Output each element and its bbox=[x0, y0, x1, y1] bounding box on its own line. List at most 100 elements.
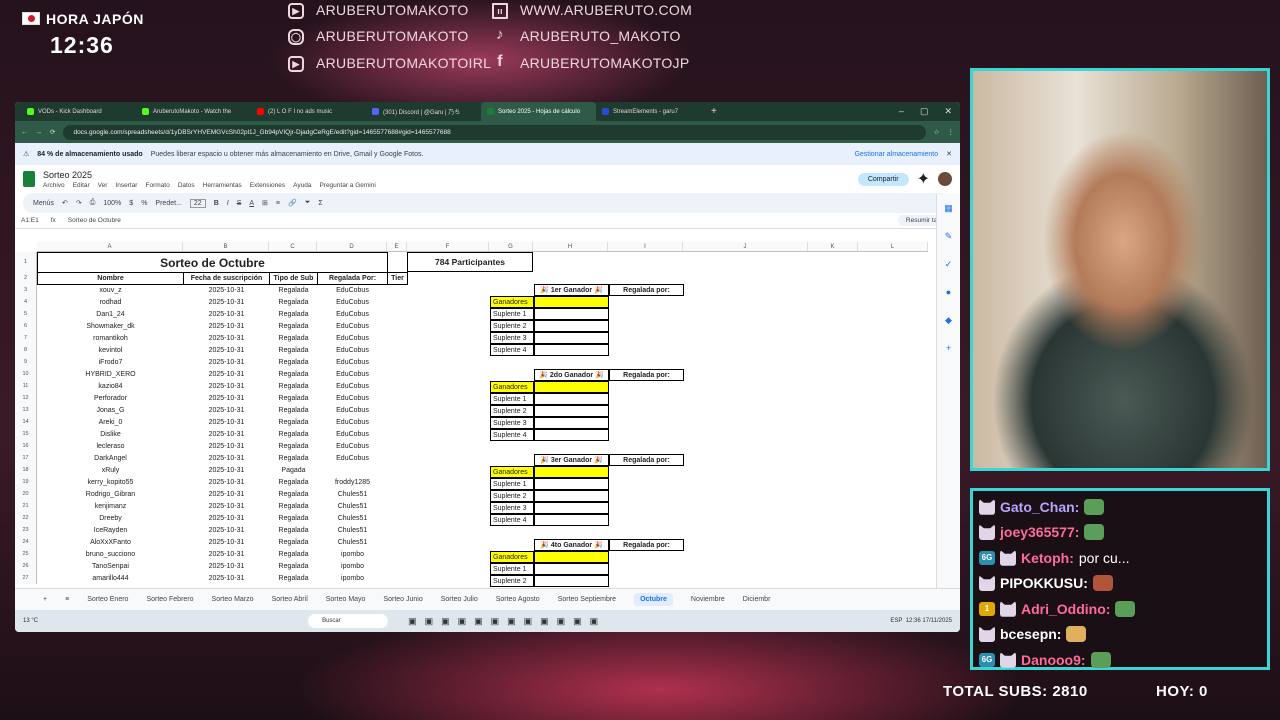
menu-extensiones[interactable]: Extensiones bbox=[250, 182, 285, 189]
table-cell[interactable]: ipombo bbox=[318, 573, 388, 585]
extensions-icon[interactable]: ⋮ bbox=[948, 128, 955, 136]
bold-icon[interactable]: B bbox=[214, 200, 219, 207]
winner-value[interactable] bbox=[534, 344, 609, 356]
winner-value[interactable] bbox=[534, 490, 609, 502]
winner-value[interactable] bbox=[534, 296, 609, 308]
table-cell[interactable] bbox=[388, 333, 408, 345]
row-number[interactable]: 8 bbox=[15, 344, 36, 356]
tab-kick-dashboard[interactable]: VODs - Kick Dashboard bbox=[21, 108, 136, 115]
chat-username[interactable]: Ketoph: bbox=[1021, 550, 1074, 566]
table-cell[interactable]: Regalada bbox=[270, 561, 318, 573]
table-cell[interactable]: 2025-10-31 bbox=[184, 297, 270, 309]
table-cell[interactable]: 2025-10-31 bbox=[184, 429, 270, 441]
percent-icon[interactable]: % bbox=[141, 200, 147, 207]
sheet-tab[interactable]: Sorteo Julio bbox=[441, 596, 478, 603]
gifted-by-header[interactable]: Regalada por: bbox=[609, 284, 684, 296]
sheet-tab[interactable]: Sorteo Agosto bbox=[496, 596, 540, 603]
table-cell[interactable]: Regalada bbox=[270, 525, 318, 537]
winner-value[interactable] bbox=[534, 502, 609, 514]
gifted-by-header[interactable]: Regalada por: bbox=[609, 369, 684, 381]
chat-username[interactable]: PIPOKKUSU: bbox=[1000, 575, 1088, 591]
table-cell[interactable]: EduCobus bbox=[318, 453, 388, 465]
maximize-icon[interactable]: ▢ bbox=[920, 106, 929, 117]
table-cell[interactable]: EduCobus bbox=[318, 285, 388, 297]
winner-label[interactable]: Suplente 4 bbox=[490, 429, 534, 441]
table-cell[interactable]: Regalada bbox=[270, 381, 318, 393]
table-cell[interactable] bbox=[388, 297, 408, 309]
row-number[interactable]: 19 bbox=[15, 476, 36, 488]
manage-storage-link[interactable]: Gestionar almacenamiento bbox=[854, 151, 938, 158]
winner-label[interactable]: Ganadores bbox=[490, 296, 534, 308]
table-cell[interactable]: romantikoh bbox=[38, 333, 184, 345]
forward-icon[interactable]: → bbox=[36, 129, 43, 136]
winner-value[interactable] bbox=[534, 393, 609, 405]
table-cell[interactable] bbox=[388, 381, 408, 393]
row-number[interactable]: 21 bbox=[15, 500, 36, 512]
row-number[interactable]: 13 bbox=[15, 404, 36, 416]
table-cell[interactable]: TanoSenpai bbox=[38, 561, 184, 573]
spreadsheet-grid[interactable]: A B C D E F G H I J K L 1 2 3 4 5 6 7 8 9 10 11 12 1… bbox=[15, 242, 960, 588]
tab-youtube-lofi[interactable]: (2) L O F I no ads music bbox=[251, 108, 366, 115]
table-cell[interactable] bbox=[388, 417, 408, 429]
table-cell[interactable]: 2025-10-31 bbox=[184, 285, 270, 297]
winner-title[interactable]: 🎉 3er Ganador 🎉 bbox=[534, 454, 609, 466]
menu-ver[interactable]: Ver bbox=[98, 182, 108, 189]
row-number[interactable]: 24 bbox=[15, 536, 36, 548]
chat-username[interactable]: joey365577: bbox=[1000, 524, 1079, 540]
row-number[interactable]: 2 bbox=[15, 272, 36, 284]
avatar[interactable] bbox=[938, 172, 952, 186]
sheet-tab[interactable]: Sorteo Abril bbox=[272, 596, 308, 603]
winner-title[interactable]: 🎉 2do Ganador 🎉 bbox=[534, 369, 609, 381]
table-cell[interactable]: EduCobus bbox=[318, 441, 388, 453]
all-sheets-icon[interactable]: ≡ bbox=[65, 596, 69, 603]
table-cell[interactable]: Regalada bbox=[270, 477, 318, 489]
table-cell[interactable]: Regalada bbox=[270, 513, 318, 525]
bookmark-star-icon[interactable]: ☆ bbox=[934, 128, 940, 136]
chat-username[interactable]: Gato_Chan: bbox=[1000, 499, 1079, 515]
font-select[interactable]: Predet... bbox=[155, 200, 181, 207]
row-number[interactable]: 3 bbox=[15, 284, 36, 296]
link-icon[interactable]: 🔗 bbox=[288, 199, 297, 207]
table-cell[interactable]: Regalada bbox=[270, 549, 318, 561]
winner-label[interactable]: Suplente 3 bbox=[490, 502, 534, 514]
tab-kick-watch[interactable]: AruberutoMakoto - Watch the bbox=[136, 108, 251, 115]
row-number[interactable]: 14 bbox=[15, 416, 36, 428]
table-cell[interactable]: Rodrigo_Gibran bbox=[38, 489, 184, 501]
row-number[interactable]: 6 bbox=[15, 320, 36, 332]
currency-icon[interactable]: $ bbox=[129, 200, 133, 207]
table-cell[interactable]: Regalada bbox=[270, 501, 318, 513]
font-size-input[interactable]: 22 bbox=[189, 198, 206, 208]
participants-count[interactable]: 784 Participantes bbox=[407, 252, 533, 272]
table-cell[interactable]: Perforador bbox=[38, 393, 184, 405]
table-cell[interactable]: Regalada bbox=[270, 429, 318, 441]
table-cell[interactable] bbox=[388, 285, 408, 297]
table-cell[interactable]: Chules51 bbox=[318, 525, 388, 537]
print-icon[interactable]: ⎙ bbox=[90, 199, 96, 207]
table-cell[interactable] bbox=[388, 477, 408, 489]
table-cell[interactable]: EduCobus bbox=[318, 405, 388, 417]
winner-label[interactable]: Suplente 1 bbox=[490, 308, 534, 320]
chat-username[interactable]: Danooo9: bbox=[1021, 652, 1086, 668]
table-cell[interactable]: Areki_0 bbox=[38, 417, 184, 429]
table-cell[interactable]: 2025-10-31 bbox=[184, 309, 270, 321]
table-cell[interactable]: 2025-10-31 bbox=[184, 525, 270, 537]
back-icon[interactable]: ← bbox=[21, 129, 28, 136]
row-number[interactable]: 22 bbox=[15, 512, 36, 524]
winner-title[interactable]: 🎉 4to Ganador 🎉 bbox=[534, 539, 609, 551]
table-cell[interactable]: bruno_succiono bbox=[38, 549, 184, 561]
text-color-icon[interactable]: A bbox=[249, 200, 254, 207]
table-cell[interactable] bbox=[388, 561, 408, 573]
table-cell[interactable]: Regalada bbox=[270, 357, 318, 369]
table-cell[interactable]: EduCobus bbox=[318, 345, 388, 357]
menu-gemini[interactable]: Preguntar a Gemini bbox=[319, 182, 375, 189]
table-cell[interactable]: Pagada bbox=[270, 465, 318, 477]
table-cell[interactable]: Regalada bbox=[270, 369, 318, 381]
table-cell[interactable]: DarkAngel bbox=[38, 453, 184, 465]
winner-label[interactable]: Suplente 2 bbox=[490, 575, 534, 587]
menu-formato[interactable]: Formato bbox=[145, 182, 169, 189]
table-cell[interactable] bbox=[388, 405, 408, 417]
sheet-tab[interactable]: Diciembr bbox=[743, 596, 771, 603]
winner-value[interactable] bbox=[534, 381, 609, 393]
table-cell[interactable] bbox=[388, 537, 408, 549]
table-cell[interactable]: 2025-10-31 bbox=[184, 369, 270, 381]
